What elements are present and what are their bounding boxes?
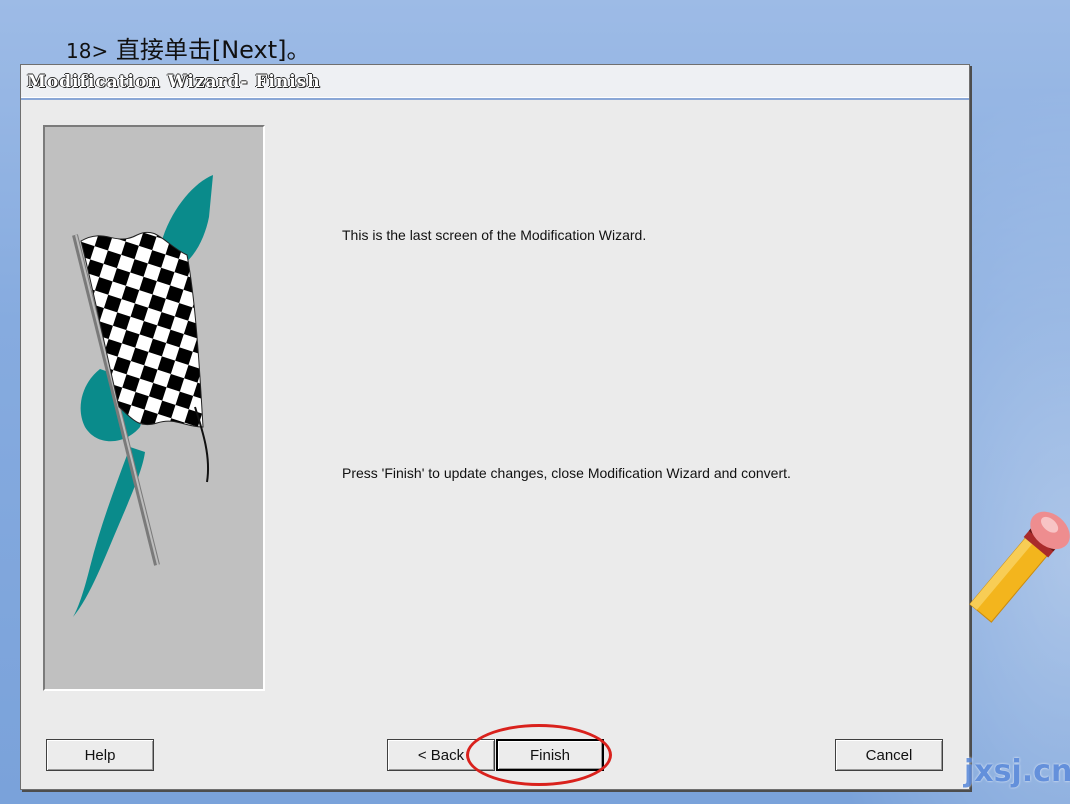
- dialog-title: Modification Wizard- Finish: [27, 71, 321, 92]
- wizard-dialog: Modification Wizard- Finish This is the …: [20, 64, 970, 790]
- pencil-icon: [969, 511, 1070, 623]
- help-button[interactable]: Help: [46, 739, 154, 771]
- slide-caption: 18> 直接单击[Next]。: [66, 30, 311, 65]
- message-last-screen: This is the last screen of the Modificat…: [342, 227, 647, 243]
- checkered-flag-icon: [72, 175, 213, 617]
- message-press-finish: Press 'Finish' to update changes, close …: [342, 465, 791, 481]
- step-number: 18>: [66, 39, 109, 63]
- cancel-button-label: Cancel: [865, 746, 913, 764]
- dialog-titlebar[interactable]: Modification Wizard- Finish: [21, 65, 969, 100]
- help-button-label: Help: [84, 746, 116, 764]
- highlight-circle: [466, 724, 612, 786]
- caption-text: 直接单击[Next]。: [115, 36, 311, 64]
- back-button-label: < Back: [417, 746, 465, 764]
- cancel-button[interactable]: Cancel: [835, 739, 943, 771]
- wizard-image-panel: [43, 125, 265, 691]
- watermark-text: jxsj.cn: [964, 754, 1070, 789]
